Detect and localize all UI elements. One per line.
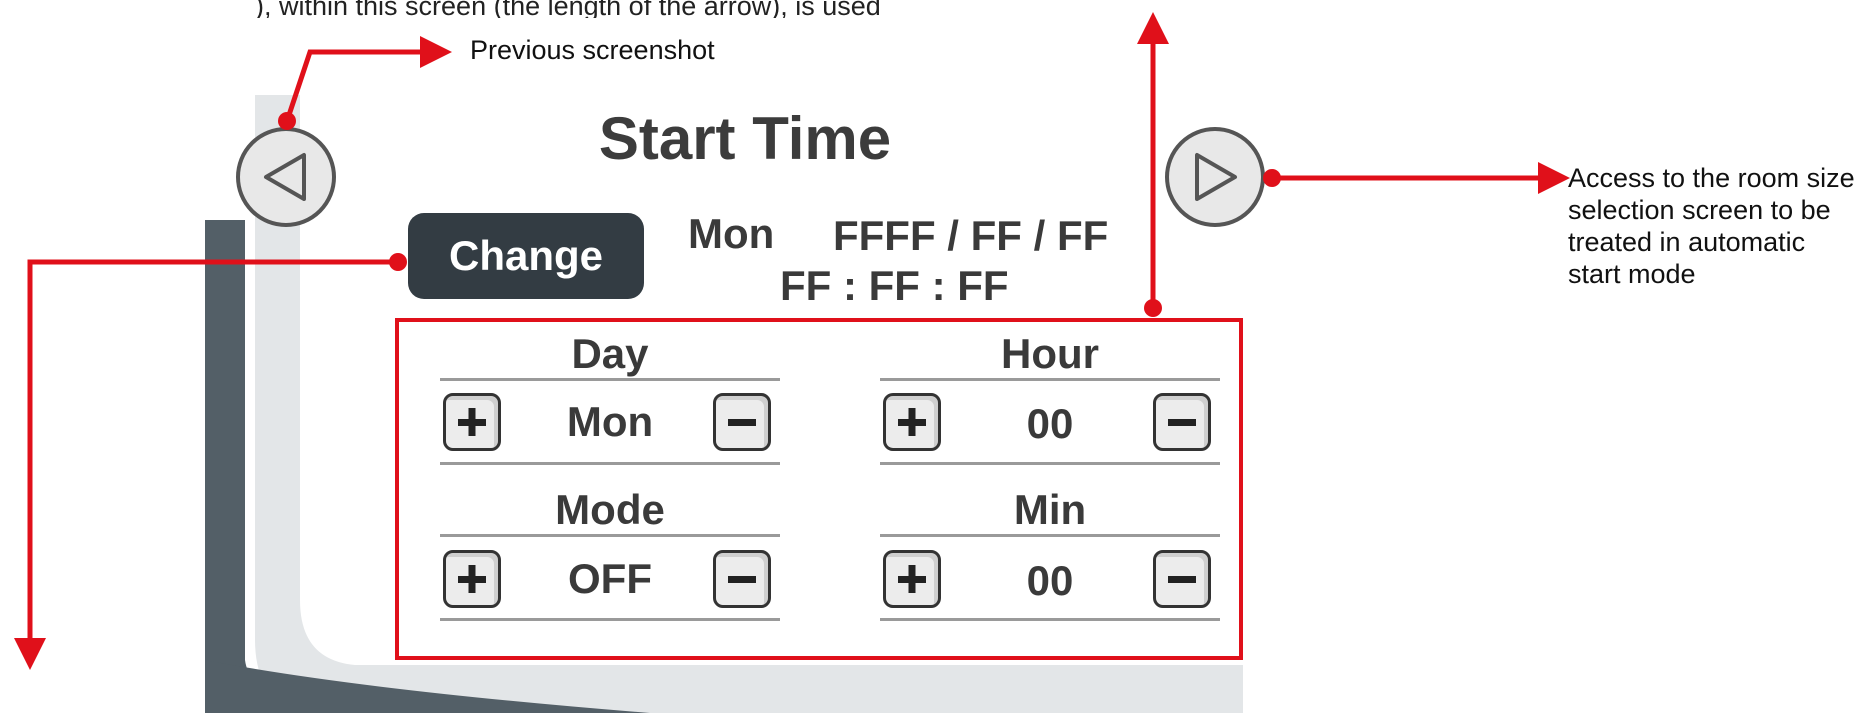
- triangle-left-icon: [264, 153, 306, 201]
- divider: [440, 378, 780, 381]
- mode-decrement-button[interactable]: [713, 550, 771, 608]
- hour-label: Hour: [1001, 330, 1099, 377]
- min-increment-button[interactable]: [883, 550, 941, 608]
- annotation-previous-screenshot: Previous screenshot: [470, 35, 715, 65]
- plus-icon: [898, 408, 926, 436]
- plus-icon: [458, 408, 486, 436]
- annotation-room-size-access: Access to the room size selection screen…: [1568, 163, 1855, 289]
- divider: [880, 378, 1220, 381]
- divider: [440, 534, 780, 537]
- plus-icon: [458, 565, 486, 593]
- triangle-right-icon: [1195, 153, 1237, 201]
- mode-label: Mode: [555, 486, 665, 533]
- annotation-top-fragment: ), within this screen (the length of the…: [255, 0, 881, 18]
- screen-title: Start Time: [598, 105, 892, 172]
- previous-screen-button[interactable]: [236, 127, 336, 227]
- min-decrement-button[interactable]: [1153, 550, 1211, 608]
- divider: [440, 462, 780, 465]
- min-label: Min: [1013, 486, 1087, 533]
- current-day: Mon: [688, 210, 775, 257]
- hour-increment-button[interactable]: [883, 393, 941, 451]
- hour-decrement-button[interactable]: [1153, 393, 1211, 451]
- day-label: Day: [571, 330, 649, 377]
- mode-increment-button[interactable]: [443, 550, 501, 608]
- minus-icon: [1168, 419, 1196, 426]
- plus-icon: [898, 565, 926, 593]
- minus-icon: [728, 576, 756, 583]
- change-button[interactable]: Change: [408, 213, 644, 299]
- divider: [880, 462, 1220, 465]
- minus-icon: [728, 419, 756, 426]
- divider: [880, 618, 1220, 621]
- minus-icon: [1168, 576, 1196, 583]
- min-value: 00: [1026, 557, 1074, 604]
- current-time: FF : FF : FF: [780, 262, 1009, 309]
- day-value: Mon: [566, 398, 654, 445]
- mode-value: OFF: [568, 555, 652, 602]
- day-decrement-button[interactable]: [713, 393, 771, 451]
- hour-value: 00: [1026, 400, 1074, 447]
- day-increment-button[interactable]: [443, 393, 501, 451]
- current-date: FFFF / FF / FF: [833, 212, 1109, 259]
- next-screen-button[interactable]: [1165, 127, 1265, 227]
- divider: [880, 534, 1220, 537]
- divider: [440, 618, 780, 621]
